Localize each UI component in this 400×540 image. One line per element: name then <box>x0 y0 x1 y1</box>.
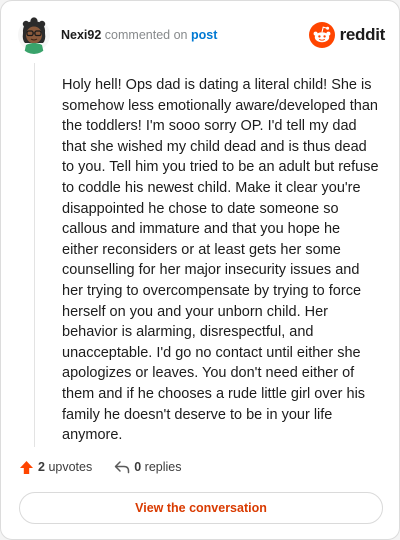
thread-line <box>34 63 35 447</box>
replies-count: 0 <box>134 460 142 474</box>
upvotes-stat[interactable]: 2 upvotes <box>19 460 92 475</box>
avatar[interactable] <box>17 16 51 54</box>
comment-meta: Nexi92 commented on post <box>61 27 217 43</box>
reddit-logo[interactable]: reddit <box>308 22 386 48</box>
reddit-alien-icon <box>308 22 335 48</box>
comment-stats: 2 upvotes 0 replies <box>19 457 203 477</box>
upvotes-count: 2 <box>38 460 45 474</box>
upvote-arrow-icon <box>20 460 33 474</box>
view-conversation-button[interactable]: View the conversation <box>19 492 383 524</box>
comment-body: Holy hell! Ops dad is dating a literal c… <box>62 77 379 444</box>
replies-label: replies <box>144 460 182 474</box>
post-link[interactable]: post <box>191 28 217 42</box>
action-text: commented on <box>104 28 188 42</box>
comment-header: Nexi92 commented on post reddit <box>17 15 385 55</box>
username[interactable]: Nexi92 <box>61 28 101 42</box>
comment-card: Nexi92 commented on post reddit Holy hel… <box>0 0 400 540</box>
brand-wordmark: reddit <box>339 25 386 44</box>
upvotes-label: upvotes <box>48 460 93 474</box>
reply-arrow-icon <box>114 461 130 474</box>
replies-stat[interactable]: 0 replies <box>114 460 181 474</box>
